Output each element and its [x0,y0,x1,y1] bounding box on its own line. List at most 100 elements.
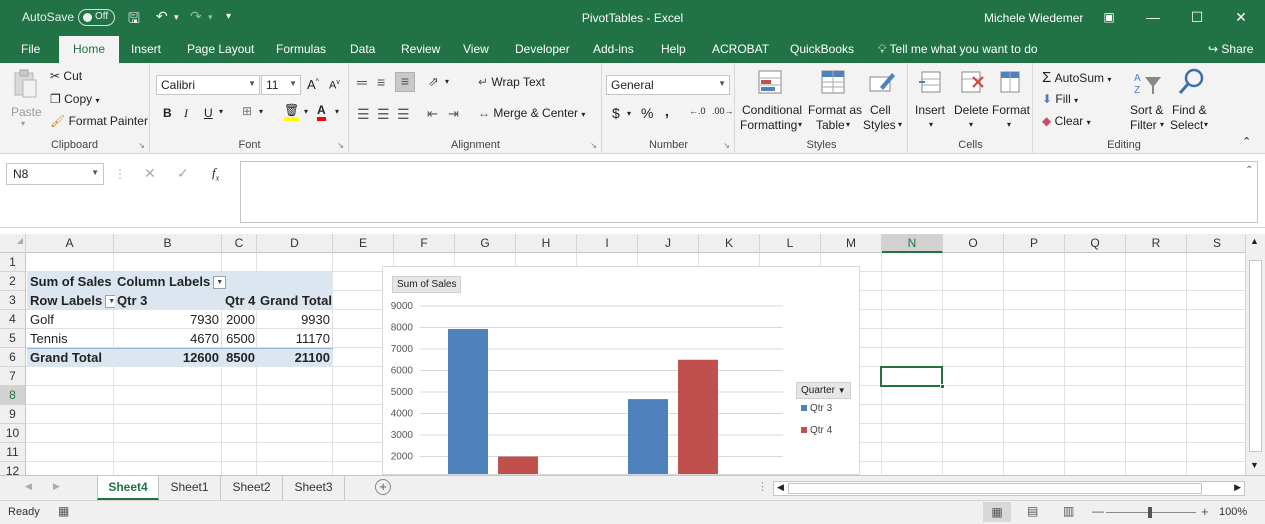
number-format-select[interactable]: General ▼ [606,75,730,95]
column-header-i[interactable]: I [577,234,638,253]
horizontal-scrollbar[interactable]: ◀ ▶ [773,481,1245,496]
font-color-dropdown-icon[interactable]: ▾ [335,107,339,116]
formula-input[interactable] [240,161,1258,223]
sheet-tab-sheet4[interactable]: Sheet4 [97,476,159,500]
decrease-indent-icon[interactable]: ⇤ [427,106,438,122]
align-middle-icon[interactable]: ≡ [377,74,385,90]
delete-cells-button[interactable]: Delete ▾ [953,67,991,135]
increase-font-icon[interactable]: A^ [307,77,319,92]
pivot-total-cell[interactable]: 11170 [257,329,333,348]
legend-field-button[interactable]: Quarter ▼ [796,382,851,399]
column-header-s[interactable]: S [1187,234,1245,253]
sheet-tab-sheet1[interactable]: Sheet1 [159,476,221,500]
tab-data[interactable]: Data [350,42,375,56]
orientation-dropdown-icon[interactable]: ▾ [445,77,449,86]
minimize-icon[interactable]: — [1138,6,1168,28]
orientation-icon[interactable]: ⇗ [428,74,439,90]
font-launcher-icon[interactable]: ↘ [337,141,344,150]
enter-icon[interactable]: ✓ [177,165,189,182]
horizontal-scroll-thumb[interactable] [788,483,1202,494]
font-color-icon[interactable]: A [317,103,326,121]
scroll-left-icon[interactable]: ◀ [777,482,784,493]
fill-button[interactable]: ⬇︎ Fill ▾ [1042,92,1078,106]
tab-page-layout[interactable]: Page Layout [187,42,254,56]
column-header-n[interactable]: N [882,234,943,253]
zoom-out-icon[interactable]: — [1092,504,1104,518]
decrease-font-icon[interactable]: Av [329,79,340,92]
column-header-e[interactable]: E [333,234,394,253]
increase-indent-icon[interactable]: ⇥ [448,106,459,122]
split-handle-icon[interactable]: ⋮ [757,480,768,493]
merge-center-button[interactable]: ↔ Merge & Center ▾ [478,106,585,120]
row-header-1[interactable]: 1 [0,253,26,272]
column-header-p[interactable]: P [1004,234,1065,253]
number-launcher-icon[interactable]: ↘ [723,141,730,150]
bar-qtr-4-golf[interactable] [498,456,538,475]
select-all-button[interactable]: ◢ [0,234,26,253]
pivot-total-cell[interactable]: 9930 [257,310,333,329]
active-cell[interactable] [880,366,943,387]
clear-button[interactable]: ◆ Clear ▾ [1042,114,1091,128]
column-header-h[interactable]: H [516,234,577,253]
row-header-5[interactable]: 5 [0,329,26,348]
pivot-header-grand-total[interactable]: Grand Total [257,291,333,310]
row-header-4[interactable]: 4 [0,310,26,329]
paste-button[interactable]: Paste ▾ [8,69,44,128]
currency-dropdown-icon[interactable]: ▾ [627,109,631,118]
next-sheet-icon[interactable]: ▶ [53,481,60,492]
format-painter-button[interactable]: 🖌︎ Format Painter [50,114,148,128]
pivot-header-qtr3[interactable]: Qtr 3 [114,291,222,310]
zoom-slider-thumb[interactable] [1148,507,1152,518]
clipboard-launcher-icon[interactable]: ↘ [138,141,145,150]
tab-formulas[interactable]: Formulas [276,42,326,56]
zoom-in-icon[interactable]: + [1201,504,1209,519]
bar-qtr-3-tennis[interactable] [628,399,668,474]
close-icon[interactable]: ✕ [1226,6,1256,28]
format-cells-button[interactable]: Format ▾ [991,67,1031,135]
fill-color-dropdown-icon[interactable]: ▾ [304,107,308,116]
column-header-a[interactable]: A [26,234,114,253]
maximize-icon[interactable]: ☐ [1182,6,1212,28]
cut-button[interactable]: ✂ Cut [50,69,82,83]
tab-file[interactable]: File [21,42,40,56]
scroll-down-icon[interactable]: ▼ [1250,460,1259,470]
fill-color-icon[interactable]: 🗑︎ [284,103,300,121]
row-header-10[interactable]: 10 [0,424,26,443]
pivot-value-cell[interactable]: 4670 [114,329,222,348]
bold-icon[interactable]: B [163,106,172,120]
pivot-value-cell[interactable]: 2000 [222,310,258,329]
pivot-header-qtr4[interactable]: Qtr 4 [222,291,258,310]
cell-styles-button[interactable]: Cell Styles ▾ [862,67,904,135]
align-bottom-icon[interactable]: ≡ [395,72,415,92]
font-size-select[interactable]: 11 ▼ [261,75,301,95]
find-select-button[interactable]: Find & Select ▾ [1170,67,1212,135]
comma-style-icon[interactable]: , [665,103,669,119]
column-header-j[interactable]: J [638,234,699,253]
tab-home[interactable]: Home [59,36,120,63]
insert-cells-button[interactable]: Insert ▾ [913,67,951,135]
currency-icon[interactable]: $ [612,105,620,121]
scroll-right-icon[interactable]: ▶ [1234,482,1241,493]
column-header-d[interactable]: D [257,234,333,253]
row-header-2[interactable]: 2 [0,272,26,291]
row-header-7[interactable]: 7 [0,367,26,386]
expand-formula-bar-icon[interactable]: ⌃ [1245,165,1253,176]
row-header-12[interactable]: 12 [0,462,26,475]
vertical-scrollbar[interactable]: ▲ ▼ [1245,234,1265,475]
pivot-row-labels[interactable]: Row Labels ▼ [27,291,115,310]
tell-me-search[interactable]: 💡︎ Tell me what you want to do [878,42,1038,57]
row-header-6[interactable]: 6 [0,348,26,367]
column-header-b[interactable]: B [114,234,222,253]
pivot-value-field[interactable]: Sum of Sales [27,272,115,291]
column-header-m[interactable]: M [821,234,882,253]
pivot-grand-total-label[interactable]: Grand Total [27,348,114,367]
column-header-r[interactable]: R [1126,234,1187,253]
insert-function-icon[interactable]: fx [212,165,219,183]
copy-button[interactable]: ❐ Copy ▾ [50,92,99,106]
tab-insert[interactable]: Insert [131,42,161,56]
pivot-column-labels[interactable]: Column Labels ▼ [114,272,226,291]
underline-dropdown-icon[interactable]: ▾ [219,107,223,116]
page-layout-view-icon[interactable]: ▤ [1027,504,1038,518]
pivot-grand-total-cell[interactable]: 12600 [114,348,222,367]
font-name-select[interactable]: Calibri ▼ [156,75,260,95]
